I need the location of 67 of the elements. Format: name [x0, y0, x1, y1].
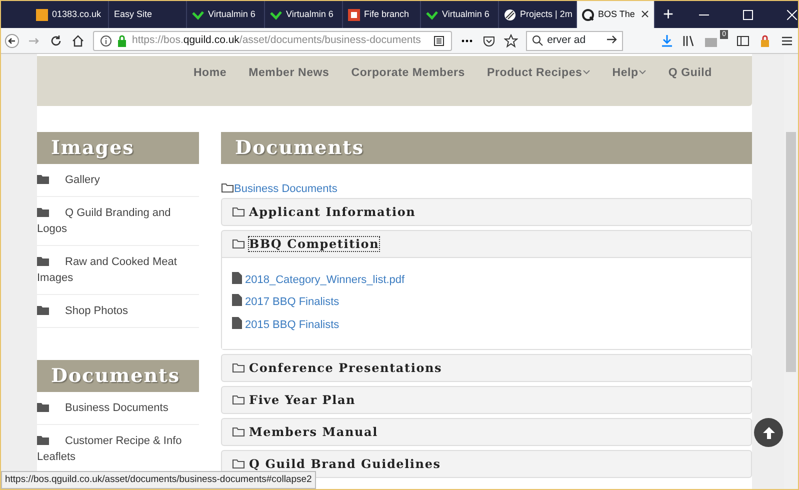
- search-field[interactable]: erver ad: [526, 30, 623, 50]
- sidebar-icon[interactable]: [736, 34, 750, 48]
- accordion-header[interactable]: Five Year Plan: [222, 387, 751, 413]
- padlock-icon: [117, 34, 127, 46]
- breadcrumb-link[interactable]: Business Documents: [234, 183, 338, 195]
- up-arrow-icon: [762, 426, 776, 440]
- folder-icon: [37, 174, 49, 184]
- site-favicon: [36, 8, 48, 20]
- folder-icon: [37, 435, 49, 445]
- nav-link[interactable]: Home: [193, 65, 227, 106]
- url-text: https://bos.qguild.co.uk/asset/documents/business-documents: [132, 32, 421, 48]
- nav-link[interactable]: Help: [612, 65, 646, 106]
- status-url: https://bos.qguild.co.uk/asset/documents/business-documents#collapse2: [1, 470, 316, 489]
- folder-icon: [232, 236, 245, 248]
- download-icon[interactable]: [660, 34, 674, 48]
- address-bar[interactable]: https://bos.qguild.co.uk/asset/documents/business-documents: [93, 30, 452, 50]
- sidebar-link[interactable]: Gallery: [37, 164, 199, 197]
- folder-icon: [221, 181, 234, 193]
- file-icon: [232, 316, 242, 328]
- sidebar-link[interactable]: Business Documents: [37, 392, 199, 425]
- page-heading: Documents: [221, 132, 752, 164]
- file-link[interactable]: 2015 BBQ Finalists: [232, 316, 741, 333]
- search-icon: [532, 35, 544, 46]
- library-icon[interactable]: [682, 34, 696, 48]
- folder-icon: [37, 402, 49, 412]
- accordion-header[interactable]: Conference Presentations: [222, 355, 751, 381]
- site-favicon: [426, 8, 438, 20]
- folder-icon: [232, 457, 245, 469]
- sidebar-heading: Images: [37, 132, 199, 164]
- star-icon[interactable]: [504, 34, 518, 48]
- file-link[interactable]: 2018_Category_Winners_list.pdf: [232, 272, 741, 288]
- file-icon: [232, 272, 242, 284]
- folder-icon: [232, 425, 245, 437]
- home-icon[interactable]: [71, 34, 85, 48]
- nav-link[interactable]: Product Recipes: [487, 65, 590, 106]
- browser-tab[interactable]: BOS The: [577, 1, 655, 28]
- sidebar-link[interactable]: Raw and Cooked Meat Images: [37, 246, 199, 295]
- reader-view-icon[interactable]: [433, 34, 446, 46]
- accordion-header[interactable]: Applicant Information: [222, 198, 751, 224]
- scrollbar-thumb[interactable]: [786, 132, 796, 372]
- folder-icon: [232, 361, 245, 373]
- file-icon: [232, 294, 242, 306]
- folder-icon: [37, 305, 49, 315]
- folder-icon: [37, 256, 49, 266]
- back-icon[interactable]: [5, 34, 19, 48]
- site-favicon: [582, 8, 594, 20]
- folder-icon: [232, 204, 245, 216]
- folder-icon: [232, 393, 245, 405]
- pocket-icon[interactable]: [482, 34, 496, 48]
- accordion-header[interactable]: BBQ Competition: [222, 230, 751, 256]
- reload-icon[interactable]: [49, 34, 63, 48]
- site-favicon: [348, 8, 360, 20]
- site-favicon: [270, 8, 282, 20]
- site-favicon: [504, 8, 516, 20]
- nav-link[interactable]: Q Guild: [668, 65, 712, 106]
- sidebar-heading: Documents: [37, 360, 199, 392]
- accordion-header[interactable]: Members Manual: [222, 419, 751, 445]
- nav-link[interactable]: Corporate Members: [351, 65, 465, 106]
- sidebar-link[interactable]: Shop Photos: [37, 295, 199, 328]
- lock-icon[interactable]: [758, 34, 772, 48]
- site-favicon: [192, 8, 204, 20]
- new-tab-button[interactable]: +: [655, 1, 682, 28]
- folder-icon: [37, 207, 49, 217]
- info-icon[interactable]: [100, 34, 112, 46]
- file-link[interactable]: 2017 BBQ Finalists: [232, 294, 741, 310]
- nav-link[interactable]: Member News: [248, 65, 330, 106]
- sidebar-link[interactable]: Q Guild Branding and Logos: [37, 197, 199, 246]
